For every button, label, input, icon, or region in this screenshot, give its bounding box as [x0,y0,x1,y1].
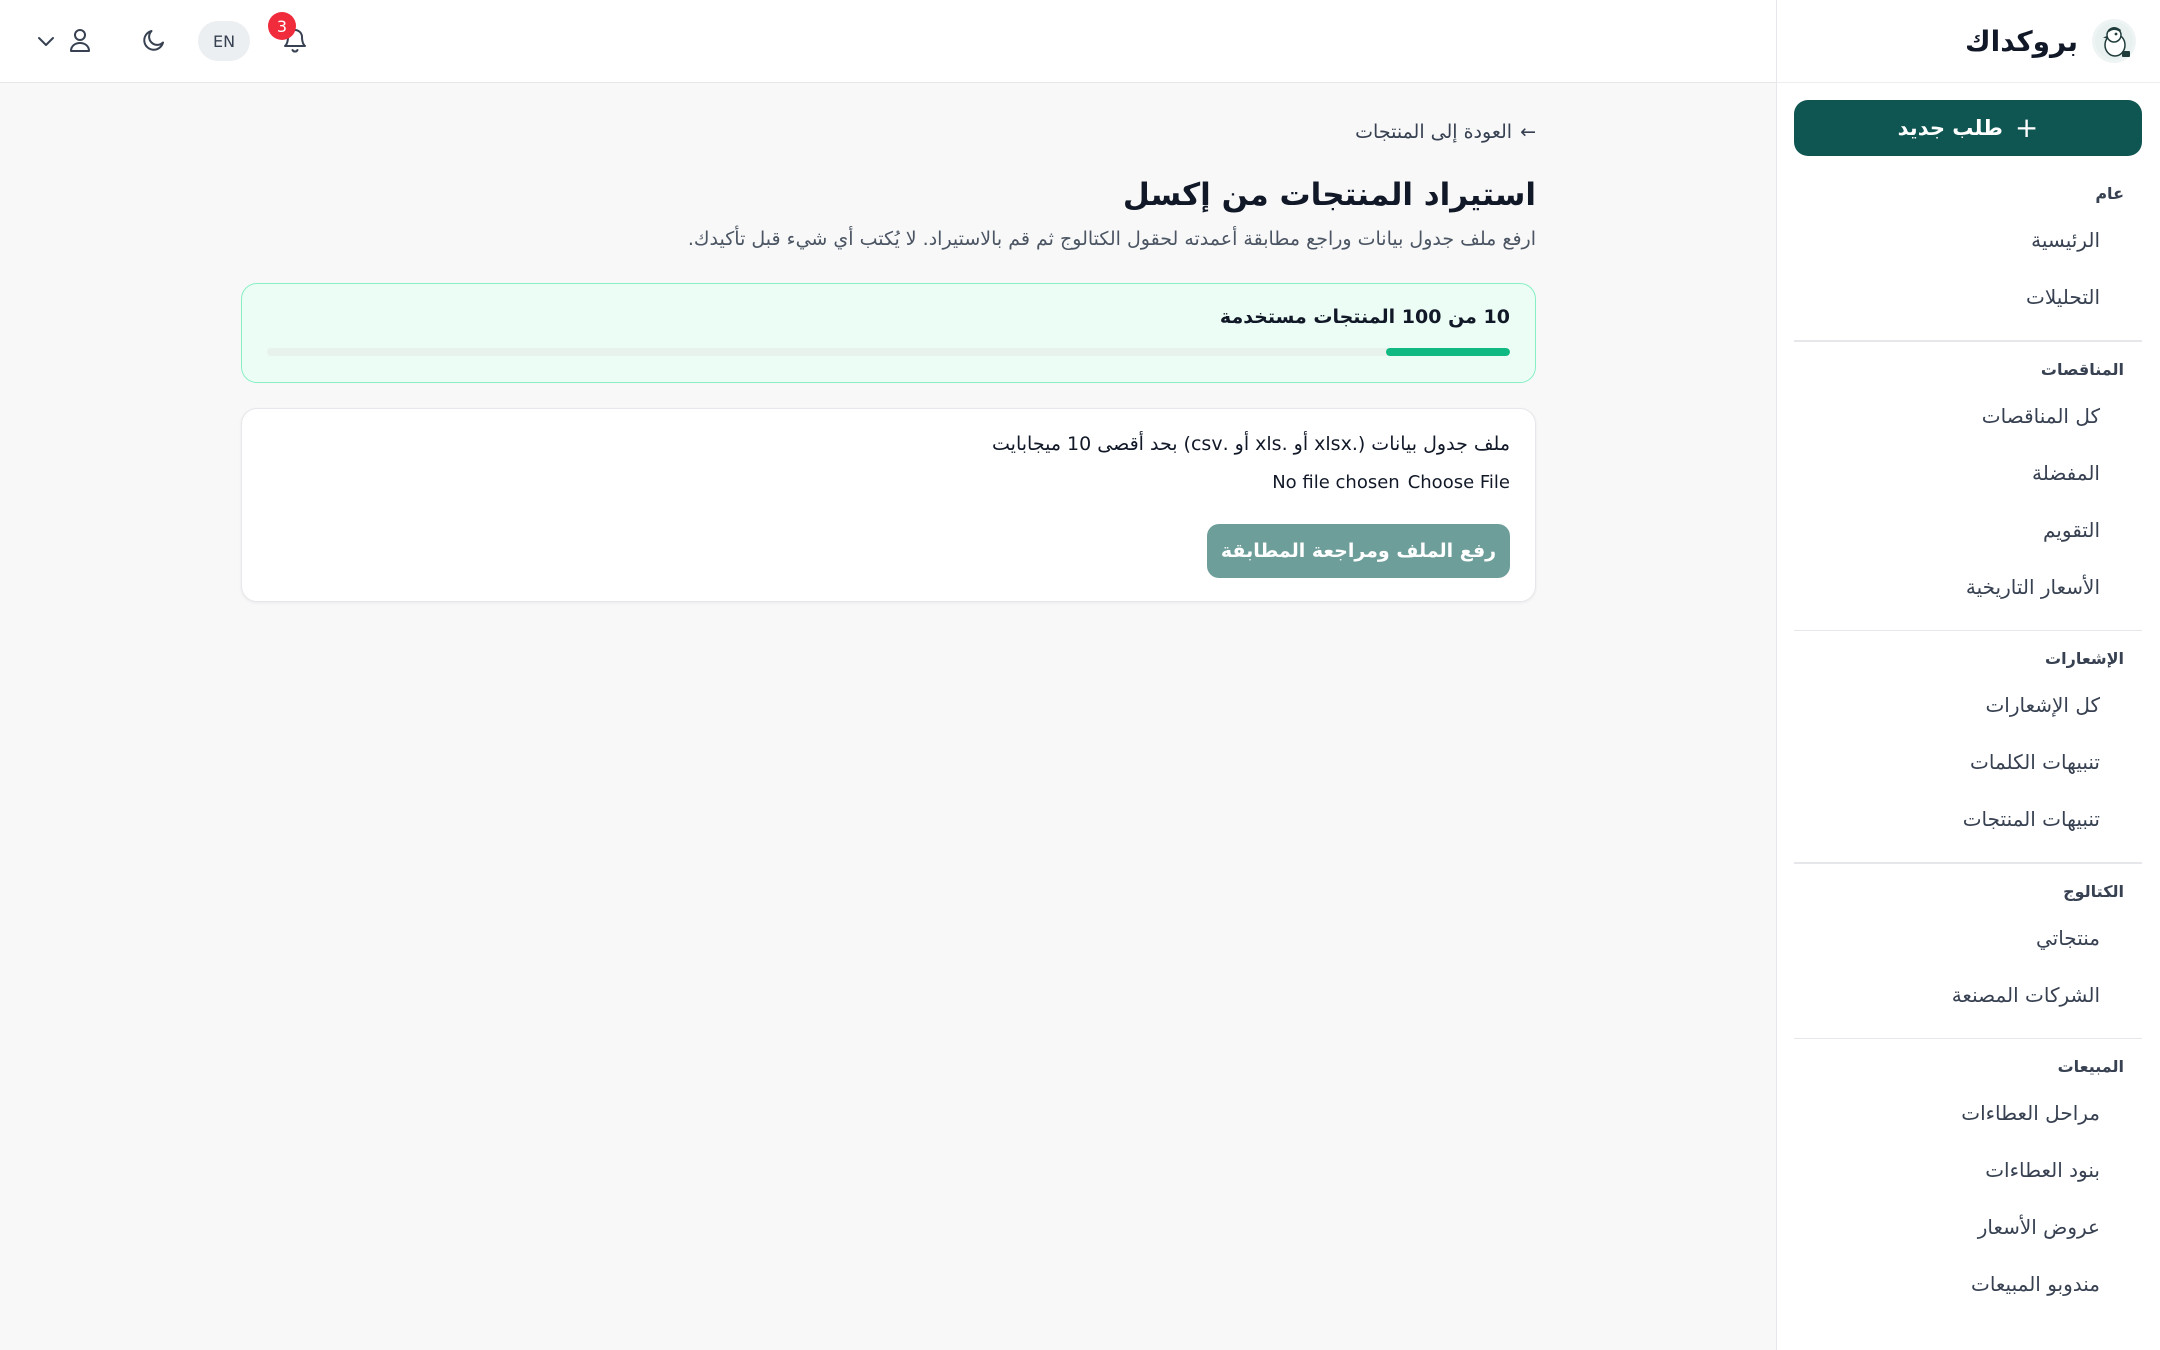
nav-divider [1794,862,2142,864]
quota-progress-fill [1385,348,1510,356]
section-title: المناقصات [2040,359,2124,379]
main-content: ← العودة إلى المنتجات استيراد المنتجات م… [0,83,1776,1350]
quota-progress-bar [267,348,1510,356]
nav-section-notifications: الإشعارات كل الإشعارات تنبيهات الكلمات ت… [1776,641,2160,848]
page-subtitle: ارفع ملف جدول بيانات وراجع مطابقة أعمدته… [687,228,1536,250]
choose-file-button[interactable]: Choose File [1408,472,1510,493]
sidebar-item-bid-stages[interactable]: مراحل العطاءات [1794,1085,2142,1142]
brand-name: بروكداك [1964,24,2078,58]
sidebar-item-sales-reps[interactable]: مندوبو المبيعات [1794,1256,2142,1313]
new-order-button[interactable]: + طلب جديد [1794,100,2142,156]
nav-section-catalog: الكتالوج منتجاتي الشركات المصنعة [1776,874,2160,1024]
chevron-down-icon [37,32,55,51]
user-menu-button[interactable] [60,0,100,83]
product-quota-card: 10 من 100 المنتجات مستخدمة [241,283,1536,383]
sidebar-item-analytics[interactable]: التحليلات [1794,269,2142,326]
duck-logo-icon [2092,19,2136,63]
nav-divider [1794,340,2142,342]
sidebar-item-quotes[interactable]: عروض الأسعار [1794,1199,2142,1256]
file-status-text: No file chosen [1272,472,1400,493]
new-order-label: طلب جديد [1897,116,2003,140]
page-title: استيراد المنتجات من إكسل [1122,177,1536,213]
sidebar-item-all-notifications[interactable]: كل الإشعارات [1794,677,2142,734]
plus-icon: + [2014,111,2039,144]
sidebar-item-manufacturers[interactable]: الشركات المصنعة [1794,967,2142,1024]
back-to-products-link[interactable]: ← العودة إلى المنتجات [1355,121,1536,143]
user-icon [67,26,93,58]
user-menu-chevron[interactable] [34,0,58,83]
sidebar-item-keyword-alerts[interactable]: تنبيهات الكلمات [1794,734,2142,791]
nav-divider [1794,629,2142,631]
sidebar-item-all-tenders[interactable]: كل المناقصات [1794,388,2142,445]
upload-card: ملف جدول بيانات (.xlsx أو .xls أو .csv) … [241,408,1536,602]
app-root: بروكداك + طلب جديد عام الرئيسية التحليلا… [0,0,2160,1350]
moon-icon [141,27,167,57]
sidebar: بروكداك + طلب جديد عام الرئيسية التحليلا… [1776,0,2160,1350]
sidebar-item-product-alerts[interactable]: تنبيهات المنتجات [1794,791,2142,848]
nav-divider [1794,1037,2142,1039]
sidebar-item-calendar[interactable]: التقويم [1794,502,2142,559]
back-link-label: العودة إلى المنتجات [1355,121,1513,143]
nav-section-tenders: المناقصات كل المناقصات المفضلة التقويم ا… [1776,352,2160,616]
topbar: 3 EN [0,0,1776,83]
notification-count-badge: 3 [268,12,296,40]
language-toggle[interactable]: EN [198,21,250,61]
nav-section-sales: المبيعات مراحل العطاءات بنود العطاءات عر… [1776,1049,2160,1313]
upload-review-button[interactable]: رفع الملف ومراجعة المطابقة [1207,524,1510,578]
section-title: المبيعات [2057,1057,2124,1076]
brand[interactable]: بروكداك [1777,0,2160,83]
file-input-label: ملف جدول بيانات (.xlsx أو .xls أو .csv) … [992,433,1510,455]
sidebar-item-bid-items[interactable]: بنود العطاءات [1794,1142,2142,1199]
sidebar-item-historical-prices[interactable]: الأسعار التاريخية [1794,559,2142,616]
sidebar-item-home[interactable]: الرئيسية [1794,212,2142,269]
arrow-left-icon: ← [1520,121,1536,143]
sidebar-nav: عام الرئيسية التحليلات المناقصات كل المن… [1776,170,2160,1313]
section-title: الإشعارات [2045,649,2124,668]
notifications-button[interactable]: 3 [268,0,318,83]
sidebar-item-my-products[interactable]: منتجاتي [1794,910,2142,967]
section-title: عام [2095,184,2124,203]
theme-toggle-button[interactable] [134,0,174,83]
section-title: الكتالوج [2063,881,2124,901]
file-input[interactable]: No file chosen Choose File [267,472,1510,493]
quota-text: 10 من 100 المنتجات مستخدمة [1219,306,1510,328]
nav-section-general: عام الرئيسية التحليلات [1776,176,2160,326]
sidebar-item-favorites[interactable]: المفضلة [1794,445,2142,502]
